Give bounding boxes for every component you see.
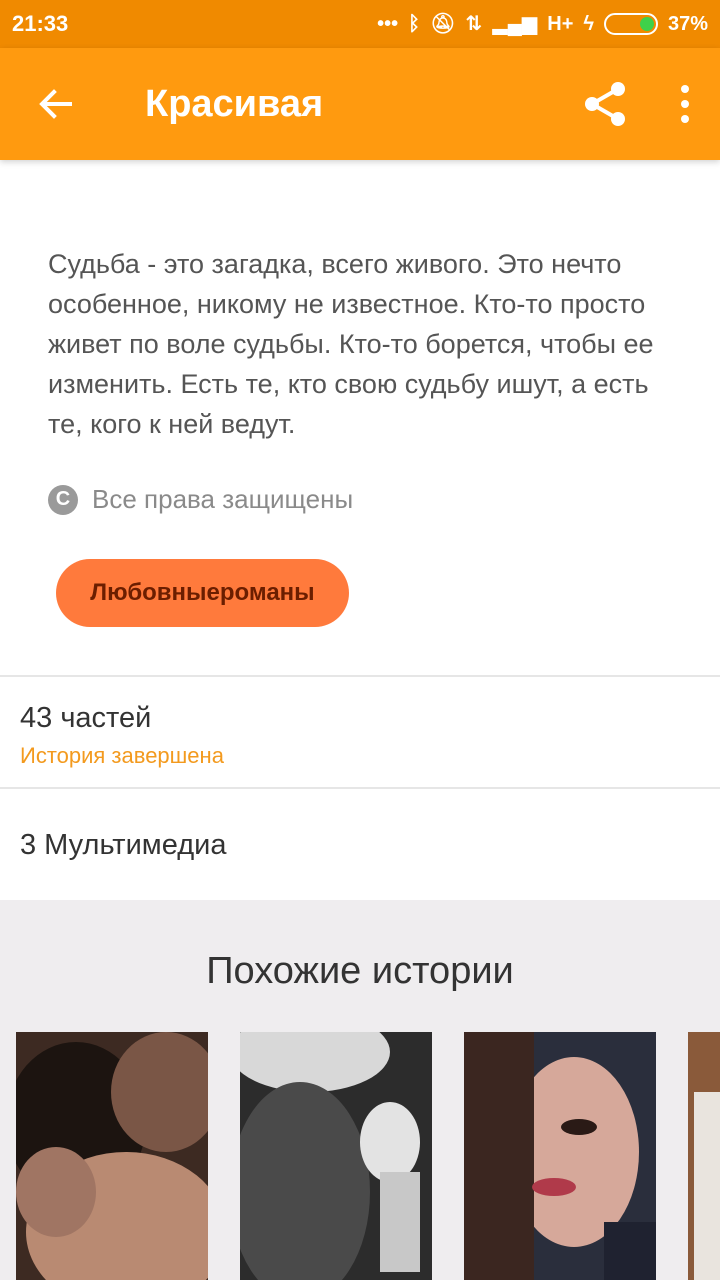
bluetooth-icon: ᛒ — [408, 13, 421, 35]
battery-icon — [603, 13, 658, 35]
signal-icon: ▂▄▆ — [492, 13, 538, 35]
divider — [0, 787, 720, 789]
status-bar: 21:33 ••• ᛒ 🔕︎ ⇅ ▂▄▆ H+ ϟ 37% — [0, 0, 720, 48]
copyright-label: Все права защищены — [92, 484, 354, 514]
multimedia-link[interactable]: 3 Мультимедиа — [20, 829, 226, 862]
share-button[interactable] — [560, 48, 650, 160]
charging-icon: ϟ — [583, 13, 594, 35]
copyright-notice: C Все права защищены — [48, 484, 353, 515]
app-bar: Красивая — [0, 48, 720, 160]
more-options-button[interactable] — [650, 48, 720, 160]
divider — [0, 675, 720, 677]
mute-icon: 🔕︎ — [430, 13, 456, 35]
tag-button[interactable]: Любовныероманы — [56, 559, 349, 627]
more-vert-icon — [681, 85, 689, 123]
story-description: Судьба - это загадка, всего живого. Это … — [48, 249, 654, 439]
status-time: 21:33 — [12, 11, 69, 36]
battery-percent: 37% — [667, 13, 708, 35]
story-cover[interactable] — [16, 1032, 208, 1280]
similar-stories-title: Похожие истории — [206, 950, 514, 992]
back-button[interactable] — [0, 48, 112, 160]
share-icon — [585, 82, 625, 126]
story-cover[interactable] — [464, 1032, 656, 1280]
status-icons: ••• ᛒ 🔕︎ ⇅ ▂▄▆ H+ ϟ 37% — [377, 13, 708, 35]
story-cover[interactable] — [688, 1032, 720, 1280]
cover-image — [240, 1032, 432, 1280]
cover-image — [16, 1032, 208, 1280]
similar-stories-section: Похожие истории — [0, 900, 720, 1280]
copyright-icon: C — [48, 484, 78, 515]
story-status: История завершена — [20, 743, 224, 768]
cover-image — [688, 1032, 720, 1280]
story-cover[interactable] — [240, 1032, 432, 1280]
page-title: Красивая — [145, 82, 324, 125]
data-transfer-icon: ⇅ — [465, 13, 483, 35]
network-type: H+ — [547, 13, 574, 35]
arrow-left-icon — [39, 89, 72, 119]
more-notifications-icon: ••• — [377, 13, 399, 35]
cover-image — [464, 1032, 656, 1280]
parts-count[interactable]: 43 частей — [20, 702, 151, 735]
